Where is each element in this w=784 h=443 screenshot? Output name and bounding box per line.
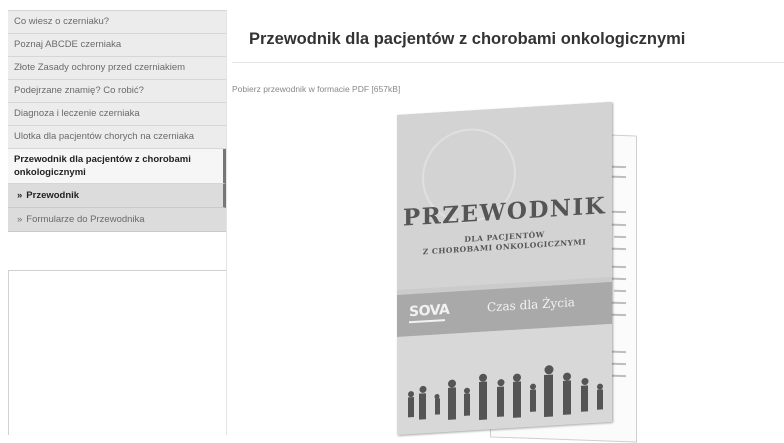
sidebar-subitem-label: Formularze do Przewodnika xyxy=(26,214,145,225)
cover-people-silhouettes xyxy=(397,323,612,435)
sova-logo: SOVA xyxy=(409,302,449,324)
sidebar-item-co-wiesz[interactable]: Co wiesz o czerniaku? xyxy=(8,11,226,34)
sidebar-item-przewodnik-section[interactable]: Przewodnik dla pacjentów z chorobami onk… xyxy=(8,149,226,184)
sidebar-subitem-przewodnik[interactable]: » Przewodnik xyxy=(8,184,226,208)
double-chevron-icon: » xyxy=(17,214,23,225)
sidebar-item-abcde[interactable]: Poznaj ABCDE czerniaka xyxy=(8,34,226,57)
sidebar-item-ulotka[interactable]: Ulotka dla pacjentów chorych na czerniak… xyxy=(8,126,226,149)
czas-dla-zycia-logo: Czas dla Życia xyxy=(487,295,575,315)
page-title: Przewodnik dla pacjentów z chorobami onk… xyxy=(249,30,686,48)
download-suffix: w formacie PDF [657kB] xyxy=(308,84,401,94)
download-pdf-link[interactable]: przewodnik xyxy=(263,84,306,94)
sidebar-bottom-border xyxy=(8,270,226,271)
sidebar-subitem-formularze[interactable]: » Formularze do Przewodnika xyxy=(8,208,226,232)
download-prefix: Pobierz xyxy=(232,84,261,94)
sidebar-nav: Co wiesz o czerniaku? Poznaj ABCDE czern… xyxy=(8,10,226,232)
sidebar-subitem-label: Przewodnik xyxy=(26,190,80,201)
double-chevron-icon: » xyxy=(17,190,23,201)
content-divider xyxy=(226,10,227,435)
booklet-front-cover: PRZEWODNIK DLA PACJENTÓW Z CHOROBAMI ONK… xyxy=(397,101,612,435)
title-divider xyxy=(232,62,784,63)
people-silhouettes-icon xyxy=(408,365,603,420)
sidebar-item-podejrzane-znamie[interactable]: Podejrzane znamię? Co robić? xyxy=(8,80,226,103)
download-text: Pobierz przewodnik w formacie PDF [657kB… xyxy=(232,84,400,94)
booklet-cover-image[interactable]: PRZEWODNIK DLA PACJENTÓW Z CHOROBAMI ONK… xyxy=(385,101,640,443)
content-left-border xyxy=(8,270,9,435)
sidebar-item-zlote-zasady[interactable]: Złote Zasady ochrony przed czerniakiem xyxy=(8,57,226,80)
sidebar-item-diagnoza[interactable]: Diagnoza i leczenie czerniaka xyxy=(8,103,226,126)
